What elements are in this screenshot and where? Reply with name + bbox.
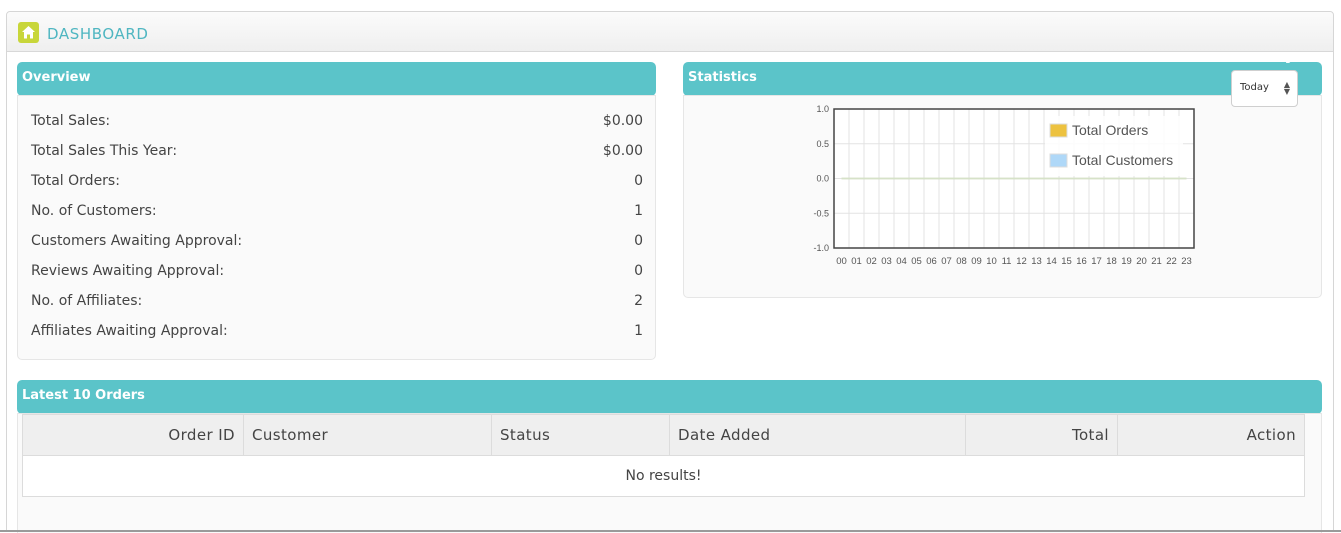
legend-swatch: [1049, 123, 1068, 138]
overview-value: $0.00: [602, 113, 643, 129]
x-tick-label: 09: [971, 256, 982, 264]
x-tick-label: 05: [911, 256, 922, 264]
x-tick-label: 11: [1002, 256, 1012, 264]
x-tick-label: 19: [1121, 256, 1132, 264]
y-tick-label: 0.0: [816, 174, 829, 184]
y-tick-label: 0.5: [816, 139, 829, 149]
overview-body: Total Sales: $0.00 Total Sales This Year: $…: [17, 95, 656, 360]
x-tick-label: 01: [851, 256, 862, 264]
x-tick-label: 04: [896, 256, 907, 264]
overview-value: 0: [634, 263, 643, 279]
legend-label: Total Orders: [1072, 122, 1148, 138]
x-tick-label: 20: [1136, 256, 1147, 264]
overview-label: No. of Customers:: [31, 203, 157, 219]
range-select[interactable]: Today ▲ ▼: [1231, 70, 1298, 107]
range-select-value: Today: [1240, 82, 1269, 93]
x-tick-label: 02: [866, 256, 877, 264]
x-tick-label: 17: [1091, 256, 1102, 264]
x-tick-label: 13: [1031, 256, 1042, 264]
statistics-chart: 1.0 0.5 0.0 -0.5 -1.0 00 01 02 03 04 05 06 07 08 09 10 1…: [797, 92, 1217, 267]
column-date-added[interactable]: Date Added: [669, 414, 966, 456]
x-tick-label: 15: [1061, 256, 1072, 264]
overview-label: Total Sales This Year:: [31, 143, 178, 159]
home-icon: [18, 22, 39, 43]
overview-label: Total Sales:: [31, 113, 111, 129]
y-tick-label: 1.0: [816, 104, 829, 114]
column-customer[interactable]: Customer: [243, 414, 492, 456]
overview-value: 0: [634, 233, 643, 249]
page-heading: DASHBOARD: [7, 12, 1333, 52]
x-tick-label: 06: [926, 256, 937, 264]
x-tick-label: 23: [1181, 256, 1192, 264]
bottom-divider: [0, 530, 1341, 532]
x-tick-label: 18: [1106, 256, 1117, 264]
overview-label: Reviews Awaiting Approval:: [31, 263, 225, 279]
column-status[interactable]: Status: [491, 414, 670, 456]
x-tick-label: 00: [836, 256, 847, 264]
overview-label: Customers Awaiting Approval:: [31, 233, 243, 249]
overview-label: Affiliates Awaiting Approval:: [31, 323, 228, 339]
no-results-text: No results!: [22, 455, 1305, 497]
range-label: Select Range:: [1231, 54, 1302, 64]
x-tick-label: 14: [1046, 256, 1057, 264]
orders-header: Latest 10 Orders: [17, 380, 1322, 414]
x-tick-label: 03: [881, 256, 892, 264]
overview-value: 1: [634, 203, 643, 219]
chart-svg: 1.0 0.5 0.0 -0.5 -1.0 00 01 02 03 04 05 06 07 08 09 10 1…: [813, 104, 1195, 267]
overview-value: 2: [634, 293, 643, 309]
x-tick-label: 16: [1076, 256, 1087, 264]
table-row: No results!: [22, 455, 1305, 497]
x-tick-label: 08: [956, 256, 967, 264]
y-tick-label: -1.0: [813, 243, 829, 253]
column-total[interactable]: Total: [965, 414, 1118, 456]
overview-header: Overview: [17, 62, 656, 96]
page-title: DASHBOARD: [47, 25, 149, 43]
y-tick-label: -0.5: [813, 208, 829, 218]
overview-value: 0: [634, 173, 643, 189]
orders-table: Order ID Customer Status Date Added Tota…: [22, 414, 1305, 497]
select-arrows-icon: ▲ ▼: [1283, 80, 1290, 96]
legend-swatch: [1049, 153, 1068, 168]
x-tick-label: 10: [986, 256, 997, 264]
overview-value: $0.00: [602, 143, 643, 159]
statistics-header: Statistics: [683, 62, 1322, 96]
orders-header-row: Order ID Customer Status Date Added Tota…: [22, 414, 1305, 456]
column-order-id[interactable]: Order ID: [22, 414, 244, 456]
overview-label: Total Orders:: [31, 173, 120, 189]
overview-label: No. of Affiliates:: [31, 293, 143, 309]
column-action: Action: [1117, 414, 1305, 456]
legend-label: Total Customers: [1072, 152, 1173, 168]
x-tick-label: 12: [1016, 256, 1027, 264]
x-tick-label: 07: [941, 256, 952, 264]
x-tick-label: 22: [1166, 256, 1177, 264]
overview-value: 1: [634, 323, 643, 339]
x-tick-label: 21: [1151, 256, 1162, 264]
